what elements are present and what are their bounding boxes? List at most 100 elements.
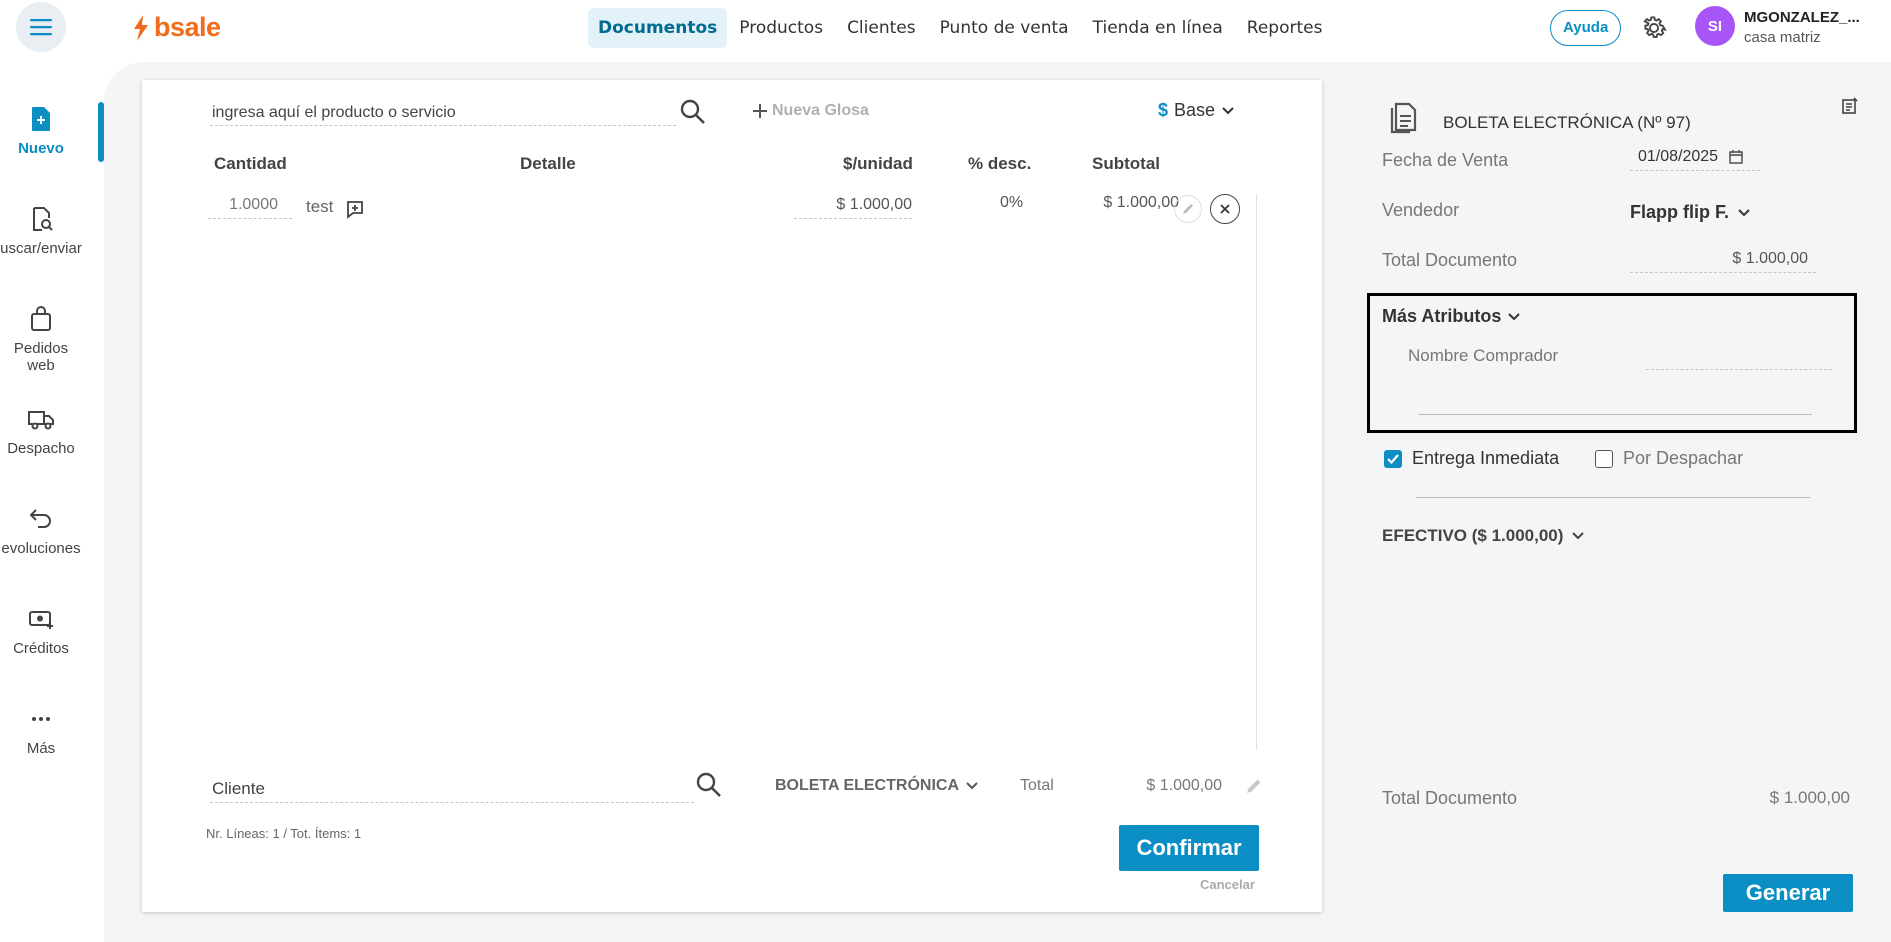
avatar[interactable]: SI [1695,6,1735,46]
sidebar-item-label: uscar/enviar [0,240,82,257]
user-name[interactable]: MGONZALEZ_... [1744,9,1860,26]
divider [1418,414,1812,415]
buyer-name-label: Nombre Comprador [1408,346,1559,365]
sidebar-item-label: Más [26,740,56,757]
more-attributes-label: Más Atributos [1382,306,1502,326]
bottom-total-value: $ 1.000,00 [1769,788,1850,807]
document-icon [1390,102,1417,134]
sidebar-item-label: Créditos [13,640,69,657]
chevron-down-icon [966,782,978,790]
cancel-link[interactable]: Cancelar [1200,877,1255,892]
sidebar-item-label: Nuevo [18,140,64,157]
nav-productos[interactable]: Productos [727,8,835,48]
column-header-quantity: Cantidad [214,154,287,173]
chevron-down-icon [1508,312,1521,320]
more-icon [32,717,50,721]
logo-bolt-icon [134,14,148,41]
money-icon [29,611,53,629]
help-button[interactable]: Ayuda [1550,10,1622,46]
new-gloss-button[interactable]: Nueva Glosa [752,102,869,120]
sidebar-item-label: evoluciones [1,540,81,557]
checkbox-unchecked-icon [1595,449,1613,468]
sale-date-label: Fecha de Venta [1382,150,1509,170]
user-branch: casa matriz [1744,29,1821,46]
sidebar: Nuevo uscar/enviar Pedidos web Despacho … [0,56,104,928]
column-header-unit-price: $/unidad [843,154,913,173]
document-search-icon [33,207,53,231]
return-arrow-icon [29,509,51,528]
edit-row-button[interactable] [1174,195,1202,223]
new-gloss-label: Nueva Glosa [772,102,869,119]
to-dispatch-checkbox[interactable]: Por Despachar [1595,448,1743,469]
seller-label: Vendedor [1382,200,1460,220]
search-icon[interactable] [678,97,708,127]
document-type-select[interactable]: BOLETA ELECTRÓNICA [775,777,979,795]
sidebar-item-devoluciones[interactable]: evoluciones [0,504,82,557]
to-dispatch-label: Por Despachar [1623,448,1744,468]
sidebar-item-nuevo[interactable]: Nuevo [0,104,82,157]
nav-punto-de-venta[interactable]: Punto de venta [928,8,1081,48]
total-label: Total [1020,777,1054,794]
nav-reportes[interactable]: Reportes [1235,8,1335,48]
payment-method-toggle[interactable]: EFECTIVO ($ 1.000,00) [1382,526,1585,546]
more-attributes-section: Más Atributos Nombre Comprador [1367,293,1857,433]
pencil-icon[interactable] [1244,776,1264,796]
sidebar-item-mas[interactable]: Más [0,704,82,757]
immediate-delivery-checkbox[interactable]: Entrega Inmediata [1384,448,1559,469]
hamburger-icon [30,19,52,36]
top-bar: bsale Documentos Productos Clientes Punt… [0,0,1891,56]
discount-field[interactable]: 0% [1000,194,1023,212]
client-search-input[interactable] [210,777,694,803]
currency-symbol: $ [1158,100,1169,120]
payment-method-label: EFECTIVO ($ 1.000,00) [1382,526,1564,545]
column-header-discount: % desc. [968,154,1032,173]
detail-text: test [306,197,334,216]
logo-text: bsale [154,12,221,42]
search-icon[interactable] [694,770,724,800]
price-list-select[interactable]: $ Base [1158,100,1235,121]
sidebar-item-pedidos-web[interactable]: Pedidos web [0,304,82,374]
nav-clientes[interactable]: Clientes [835,8,928,48]
nav-tienda-en-linea[interactable]: Tienda en línea [1081,8,1235,48]
document-type-value: BOLETA ELECTRÓNICA [775,777,959,794]
hamburger-menu-button[interactable] [16,2,66,52]
document-editor: Nueva Glosa $ Base Cantidad Detalle $/un… [142,80,1322,912]
sidebar-item-label: Despacho [7,440,75,457]
quantity-field[interactable]: 1.0000 [208,196,292,219]
seller-select[interactable]: Flapp flip F. [1630,202,1751,223]
divider [1416,497,1810,498]
scroll-divider [1256,194,1257,750]
shopping-bag-icon [31,306,51,331]
close-icon [1220,204,1230,214]
sale-date-field[interactable]: 01/08/2025 [1630,146,1760,171]
remove-row-button[interactable] [1210,194,1240,224]
unit-price-field[interactable]: $ 1.000,00 [794,196,912,219]
calendar-icon [1729,150,1743,164]
sale-date-value: 01/08/2025 [1638,148,1719,165]
seller-value: Flapp flip F. [1630,202,1729,222]
column-header-subtotal: Subtotal [1092,154,1160,173]
total-value: $ 1.000,00 [1146,777,1222,794]
generate-button[interactable]: Generar [1723,874,1853,912]
confirm-button[interactable]: Confirmar [1119,825,1259,871]
pencil-icon [1183,204,1193,214]
nav-documentos[interactable]: Documentos [588,8,728,48]
product-search-input[interactable] [210,102,676,126]
total-document-value: $ 1.000,00 [1630,248,1816,273]
buyer-name-input[interactable] [1646,346,1832,370]
edit-document-icon[interactable] [1840,96,1860,116]
more-attributes-toggle[interactable]: Más Atributos [1382,306,1521,327]
sidebar-item-creditos[interactable]: Créditos [0,604,82,657]
total-document-label: Total Documento [1382,250,1518,270]
main-nav: Documentos Productos Clientes Punto de v… [588,8,1334,48]
bsale-logo[interactable]: bsale [132,12,221,43]
new-document-icon [32,107,50,131]
chevron-down-icon [1738,208,1750,216]
gear-icon[interactable] [1640,14,1668,42]
sidebar-item-buscar-enviar[interactable]: uscar/enviar [0,204,82,257]
column-header-detail: Detalle [520,154,576,173]
price-list-value: Base [1174,100,1216,120]
document-title: BOLETA ELECTRÓNICA (Nº 97) [1443,113,1691,132]
add-comment-icon[interactable] [344,198,366,220]
sidebar-item-despacho[interactable]: Despacho [0,404,82,457]
